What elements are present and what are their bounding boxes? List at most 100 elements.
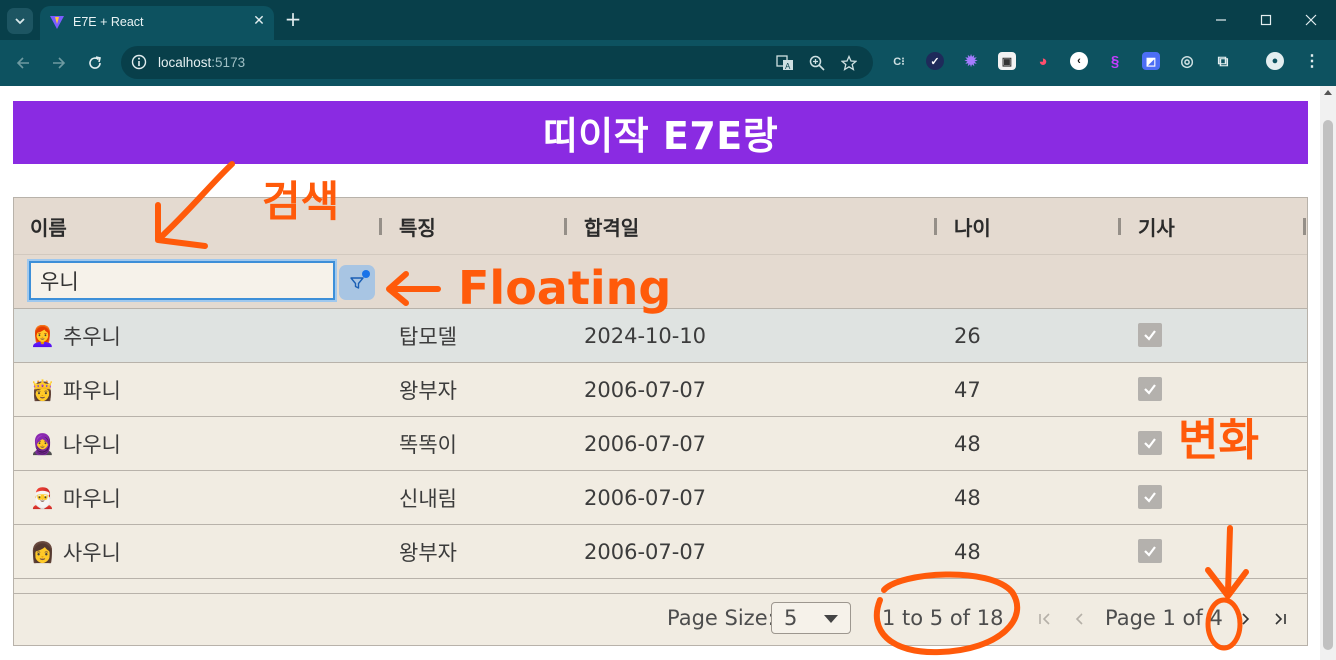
article-checkbox[interactable] xyxy=(1138,377,1162,401)
avatar-icon: 👸 xyxy=(30,377,55,402)
page-size-label: Page Size: xyxy=(667,606,775,630)
page-viewport: 띠이작 E7E랑 이름 특징 합격일 나이 기사 👩‍🦰 추우니 탑모델 2024-1… xyxy=(0,86,1320,660)
previous-page-button[interactable] xyxy=(1069,608,1091,630)
menu-kebab-icon[interactable]: ⋮ xyxy=(1303,52,1321,70)
column-resize-handle[interactable] xyxy=(1303,218,1306,235)
next-page-button[interactable] xyxy=(1234,608,1256,630)
extensions-puzzle-icon[interactable]: ⧉ xyxy=(1214,52,1232,70)
scroll-up-arrow-icon[interactable] xyxy=(1324,90,1332,95)
chevron-down-icon xyxy=(15,18,25,25)
filter-button[interactable] xyxy=(339,265,375,300)
column-resize-handle[interactable] xyxy=(379,218,382,235)
new-tab-button[interactable]: + xyxy=(283,9,303,29)
caret-down-icon xyxy=(824,615,838,623)
back-button[interactable] xyxy=(11,51,35,75)
cell-trait: 신내림 xyxy=(399,486,457,511)
column-header-article[interactable]: 기사 xyxy=(1138,198,1175,254)
extension-back-icon[interactable]: ‹ xyxy=(1070,52,1088,70)
cell-date: 2006-07-07 xyxy=(584,539,707,564)
cell-trait: 왕부자 xyxy=(399,540,457,565)
column-header-age[interactable]: 나이 xyxy=(954,198,991,254)
address-bar[interactable]: localhost:5173 A xyxy=(121,46,873,79)
last-page-button[interactable] xyxy=(1269,608,1291,630)
extension-tag-icon[interactable]: ◩ xyxy=(1142,52,1160,70)
checkmark-icon xyxy=(1144,546,1156,557)
zoom-icon[interactable] xyxy=(807,53,826,72)
scrollbar-thumb[interactable] xyxy=(1323,120,1333,650)
cell-age: 47 xyxy=(954,377,981,402)
cell-name-text: 사우니 xyxy=(62,540,121,565)
forward-button[interactable] xyxy=(47,51,71,75)
column-header-date[interactable]: 합격일 xyxy=(584,198,639,254)
browser-toolbar: localhost:5173 A xyxy=(0,40,1336,86)
arrow-right-icon xyxy=(53,57,66,69)
first-page-button[interactable] xyxy=(1034,608,1056,630)
article-checkbox[interactable] xyxy=(1138,485,1162,509)
avatar-icon: 🎅 xyxy=(30,485,55,510)
maximize-icon xyxy=(1260,14,1272,26)
table-row[interactable]: 👩‍🦰 추우니 탑모델 2024-10-10 26 xyxy=(14,309,1307,363)
column-resize-handle[interactable] xyxy=(934,218,937,235)
magnifier-icon xyxy=(809,55,825,71)
cell-age: 48 xyxy=(954,539,981,564)
avatar-icon: 🧕 xyxy=(30,431,55,456)
extension-s-icon[interactable]: § xyxy=(1106,52,1124,70)
extension-target-icon[interactable]: ◎ xyxy=(1178,52,1196,70)
table-row[interactable]: 👩 사우니 왕부자 2006-07-07 48 xyxy=(14,525,1307,579)
translate-icon[interactable]: A xyxy=(775,53,794,72)
article-checkbox[interactable] xyxy=(1138,431,1162,455)
table-row[interactable]: 🧕 나우니 똑똑이 2006-07-07 48 xyxy=(14,417,1307,471)
minimize-icon xyxy=(1216,19,1226,21)
close-icon xyxy=(1305,14,1317,26)
extension-check-icon[interactable]: ✓ xyxy=(926,52,944,70)
cell-name: 👩 사우니 xyxy=(28,525,121,578)
checkmark-icon xyxy=(1144,438,1156,449)
column-resize-handle[interactable] xyxy=(564,218,567,235)
name-filter-input[interactable] xyxy=(29,261,335,300)
article-checkbox[interactable] xyxy=(1138,323,1162,347)
extension-gear-icon[interactable]: ✹ xyxy=(962,52,980,70)
table-row[interactable]: 👸 파우니 왕부자 2006-07-07 47 xyxy=(14,363,1307,417)
cell-trait: 탑모델 xyxy=(399,324,457,349)
cell-name-text: 나우니 xyxy=(62,432,121,457)
browser-tab[interactable]: E7E + React ✕ xyxy=(40,6,274,40)
chevron-right-icon xyxy=(1242,613,1250,625)
row-summary: 1 to 5 of 18 xyxy=(882,606,1004,630)
page-title: 띠이작 E7E랑 xyxy=(542,114,779,158)
table-row[interactable]: 🎅 마우니 신내림 2006-07-07 48 xyxy=(14,471,1307,525)
browser-tabstrip: E7E + React ✕ + xyxy=(0,0,1336,40)
maximize-button[interactable] xyxy=(1254,8,1278,32)
cell-name-text: 추우니 xyxy=(62,324,121,349)
cell-date: 2006-07-07 xyxy=(584,431,707,456)
cell-trait: 왕부자 xyxy=(399,378,457,403)
page-scrollbar[interactable] xyxy=(1320,86,1336,660)
checkmark-icon xyxy=(1144,330,1156,341)
cell-date: 2006-07-07 xyxy=(584,377,707,402)
extension-shell-icon[interactable]: ◕ xyxy=(1034,52,1052,70)
profile-avatar-icon[interactable]: ● xyxy=(1266,52,1284,70)
column-header-trait[interactable]: 특징 xyxy=(399,198,436,254)
reload-button[interactable] xyxy=(83,51,107,75)
cell-age: 48 xyxy=(954,431,981,456)
column-header-name[interactable]: 이름 xyxy=(30,198,67,254)
bookmark-star-icon[interactable] xyxy=(839,53,858,72)
floating-filter-row xyxy=(14,254,1307,309)
page-size-select[interactable]: 5 xyxy=(771,602,851,634)
extension-c-icon[interactable]: C⁝ xyxy=(890,52,908,70)
last-page-icon xyxy=(1275,613,1286,625)
tab-title: E7E + React xyxy=(73,15,144,29)
extension-box-icon[interactable]: ▣ xyxy=(998,52,1016,70)
url-port: :5173 xyxy=(211,55,246,70)
svg-text:A: A xyxy=(785,62,791,71)
column-resize-handle[interactable] xyxy=(1118,218,1121,235)
arrow-left-icon xyxy=(16,57,29,69)
pagination-panel: Page Size: 5 1 to 5 of 18 Page 1 of 4 xyxy=(14,593,1307,645)
minimize-button[interactable] xyxy=(1209,8,1233,32)
tab-close-icon[interactable]: ✕ xyxy=(250,12,268,30)
article-checkbox[interactable] xyxy=(1138,539,1162,563)
tab-search-button[interactable] xyxy=(7,8,33,34)
grid-header: 이름 특징 합격일 나이 기사 xyxy=(14,198,1307,254)
window-close-button[interactable] xyxy=(1299,8,1323,32)
site-info-icon xyxy=(131,54,147,70)
chevron-left-icon xyxy=(1075,613,1083,625)
